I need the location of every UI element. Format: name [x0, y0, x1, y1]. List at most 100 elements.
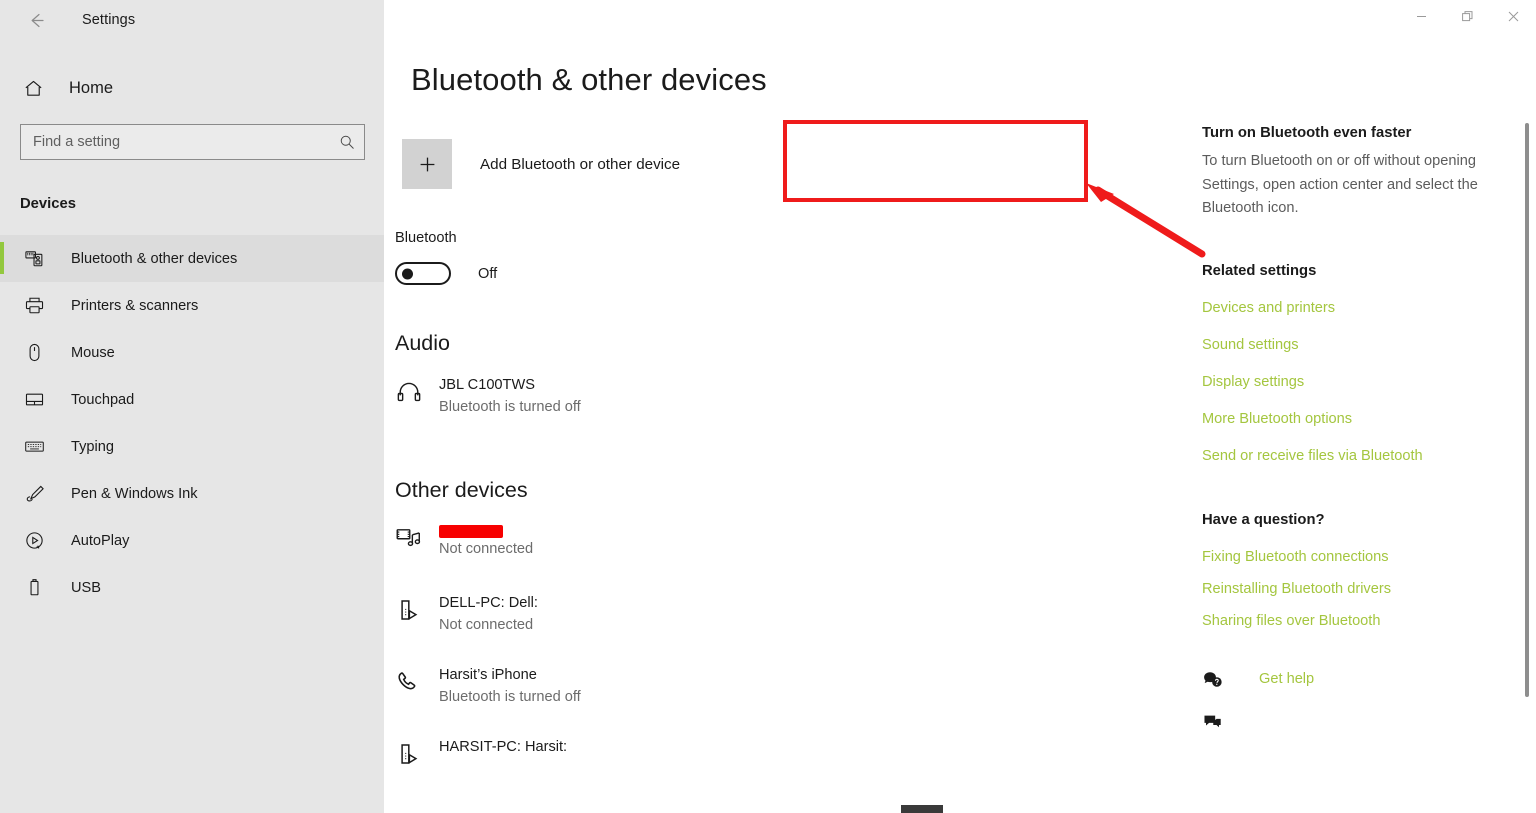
sidebar-item-typing[interactable]: Typing	[0, 423, 384, 470]
device-row-jbl[interactable]: JBL C100TWS Bluetooth is turned off	[395, 374, 955, 419]
link-sound-settings[interactable]: Sound settings	[1202, 337, 1522, 353]
device-row-harsit-pc[interactable]: HARSIT-PC: Harsit:	[395, 736, 955, 768]
search-input[interactable]	[21, 125, 330, 159]
device-status: Bluetooth is turned off	[439, 688, 581, 705]
autoplay-icon	[20, 527, 48, 555]
settings-sidebar: Settings Home Devices	[0, 0, 384, 813]
annotation-highlight-box	[783, 120, 1088, 202]
sidebar-item-printers-scanners[interactable]: Printers & scanners	[0, 282, 384, 329]
media-device-icon	[395, 520, 439, 552]
pen-icon	[20, 480, 48, 508]
sidebar-item-label: Pen & Windows Ink	[71, 485, 198, 502]
partial-offscreen-button[interactable]	[901, 805, 943, 813]
device-row-redacted[interactable]: Not connected	[395, 520, 955, 561]
bluetooth-toggle-state: Off	[478, 265, 498, 282]
tip-body: To turn Bluetooth on or off without open…	[1202, 153, 1478, 217]
related-settings-section: Related settings Devices and printers So…	[1202, 263, 1522, 464]
feedback-icon	[1202, 712, 1232, 733]
give-feedback-row-partial[interactable]	[1202, 712, 1522, 733]
sidebar-item-usb[interactable]: USB	[0, 564, 384, 611]
device-info: Harsit’s iPhone Bluetooth is turned off	[439, 664, 581, 709]
bluetooth-devices-icon	[20, 245, 48, 273]
bluetooth-toggle[interactable]	[395, 262, 451, 285]
annotation-arrow	[1086, 183, 1206, 258]
sidebar-item-label: AutoPlay	[71, 532, 130, 549]
link-display-settings[interactable]: Display settings	[1202, 374, 1522, 390]
device-info: Not connected	[439, 520, 533, 561]
sidebar-item-label: USB	[71, 579, 102, 596]
selection-accent-bar	[0, 242, 4, 274]
keyboard-icon	[20, 433, 48, 461]
have-a-question-section: Have a question? Fixing Bluetooth connec…	[1202, 512, 1522, 629]
device-name: HARSIT-PC: Harsit:	[439, 739, 568, 755]
window-title: Settings	[82, 12, 136, 28]
get-help-link[interactable]: Get help	[1259, 671, 1314, 687]
sidebar-category-title: Devices	[20, 196, 76, 212]
sidebar-item-pen-windows-ink[interactable]: Pen & Windows Ink	[0, 470, 384, 517]
sidebar-item-label: Touchpad	[71, 391, 135, 408]
link-reinstalling-bluetooth-drivers[interactable]: Reinstalling Bluetooth drivers	[1202, 581, 1522, 597]
sidebar-item-touchpad[interactable]: Touchpad	[0, 376, 384, 423]
device-row-harsits-iphone[interactable]: Harsit’s iPhone Bluetooth is turned off	[395, 664, 955, 709]
have-a-question-heading: Have a question?	[1202, 511, 1325, 528]
search-icon[interactable]	[330, 125, 364, 159]
display-cast-icon	[395, 736, 439, 768]
tip-heading: Turn on Bluetooth even faster	[1202, 125, 1412, 141]
back-arrow-icon[interactable]	[16, 4, 56, 36]
add-device-label: Add Bluetooth or other device	[480, 155, 681, 173]
plus-icon	[402, 139, 452, 189]
group-title-other-devices: Other devices	[395, 478, 528, 502]
link-send-receive-files-via-bluetooth[interactable]: Send or receive files via Bluetooth	[1202, 448, 1522, 464]
phone-icon	[395, 664, 439, 696]
device-name: JBL C100TWS	[439, 377, 535, 393]
device-info: JBL C100TWS Bluetooth is turned off	[439, 374, 581, 419]
device-name: DELL-PC: Dell:	[439, 595, 538, 611]
device-name: Harsit’s iPhone	[439, 667, 537, 683]
sidebar-item-mouse[interactable]: Mouse	[0, 329, 384, 376]
link-more-bluetooth-options[interactable]: More Bluetooth options	[1202, 411, 1522, 427]
device-status: Bluetooth is turned off	[439, 398, 581, 415]
usb-icon	[20, 574, 48, 602]
add-bluetooth-or-other-device-button[interactable]: Add Bluetooth or other device	[402, 136, 680, 192]
sidebar-item-label: Home	[69, 78, 114, 97]
group-title-audio: Audio	[395, 331, 450, 355]
page-title: Bluetooth & other devices	[411, 62, 767, 97]
sidebar-nav: Bluetooth & other devices Printers & sca…	[0, 235, 384, 611]
related-settings-heading: Related settings	[1202, 262, 1317, 279]
settings-window: Settings Home Devices	[0, 0, 1536, 813]
settings-content: Bluetooth & other devices Add Bluetooth …	[384, 0, 1536, 813]
touchpad-icon	[20, 386, 48, 414]
get-help-row[interactable]: Get help	[1202, 669, 1522, 690]
sidebar-item-label: Typing	[71, 438, 114, 455]
link-fixing-bluetooth-connections[interactable]: Fixing Bluetooth connections	[1202, 549, 1522, 565]
device-row-dell-pc[interactable]: DELL-PC: Dell: Not connected	[395, 592, 955, 637]
tip-section: Turn on Bluetooth even faster To turn Bl…	[1202, 125, 1522, 221]
sidebar-item-home[interactable]: Home	[0, 67, 384, 109]
device-status: Not connected	[439, 616, 534, 633]
mouse-icon	[20, 339, 48, 367]
sidebar-item-label: Mouse	[71, 344, 115, 361]
toggle-knob	[402, 268, 413, 279]
printer-icon	[20, 292, 48, 320]
sidebar-item-bluetooth-other-devices[interactable]: Bluetooth & other devices	[0, 235, 384, 282]
settings-main-area: Bluetooth & other devices Add Bluetooth …	[384, 0, 1536, 813]
link-devices-and-printers[interactable]: Devices and printers	[1202, 300, 1522, 316]
device-info: HARSIT-PC: Harsit:	[439, 736, 567, 759]
home-icon	[18, 73, 48, 103]
bluetooth-section-label: Bluetooth	[395, 230, 457, 246]
bluetooth-toggle-row: Off	[395, 262, 497, 285]
window-titlebar: Settings	[0, 0, 384, 40]
search-box[interactable]	[20, 124, 365, 160]
sidebar-item-autoplay[interactable]: AutoPlay	[0, 517, 384, 564]
device-info: DELL-PC: Dell: Not connected	[439, 592, 538, 637]
device-name-redacted	[439, 525, 503, 539]
help-chat-icon	[1202, 669, 1232, 690]
right-info-panel: Turn on Bluetooth even faster To turn Bl…	[1202, 0, 1522, 733]
vertical-scrollbar[interactable]	[1525, 123, 1529, 697]
headphones-icon	[395, 374, 439, 406]
display-cast-icon	[395, 592, 439, 624]
device-status: Not connected	[439, 541, 534, 557]
sidebar-item-label: Printers & scanners	[71, 297, 199, 314]
sidebar-item-label: Bluetooth & other devices	[71, 250, 238, 267]
link-sharing-files-over-bluetooth[interactable]: Sharing files over Bluetooth	[1202, 613, 1522, 629]
